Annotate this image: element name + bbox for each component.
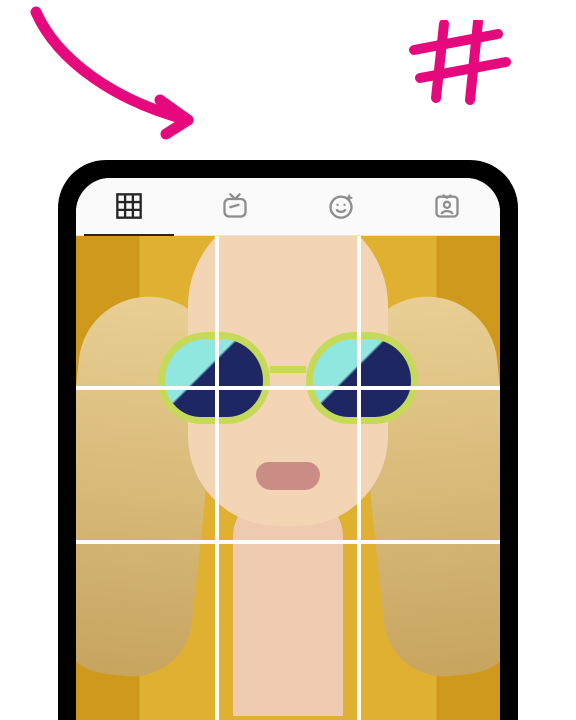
grid-cell[interactable] — [76, 540, 217, 690]
igtv-icon — [221, 192, 249, 225]
grid-cell[interactable] — [359, 386, 500, 536]
grid-icon — [115, 192, 143, 225]
profile-content-tabs — [76, 178, 500, 236]
grid-cell[interactable] — [359, 540, 500, 690]
grid-cell[interactable] — [76, 386, 217, 536]
tagged-user-icon — [433, 192, 461, 225]
annotation-hash-icon — [406, 20, 516, 105]
tab-effects[interactable] — [288, 182, 394, 235]
tab-grid[interactable] — [76, 182, 182, 235]
grid-cell[interactable] — [217, 386, 358, 536]
device-screen — [76, 178, 500, 720]
smiley-sparkle-icon — [327, 192, 355, 225]
posts-grid — [76, 236, 500, 720]
grid-cell[interactable] — [217, 236, 358, 386]
tab-tagged[interactable] — [394, 182, 500, 235]
annotation-arrow-icon — [18, 2, 218, 142]
grid-cell[interactable] — [76, 236, 217, 386]
device-frame — [58, 160, 518, 720]
grid-cell[interactable] — [359, 236, 500, 386]
grid-cell[interactable] — [217, 540, 358, 690]
tab-igtv[interactable] — [182, 182, 288, 235]
